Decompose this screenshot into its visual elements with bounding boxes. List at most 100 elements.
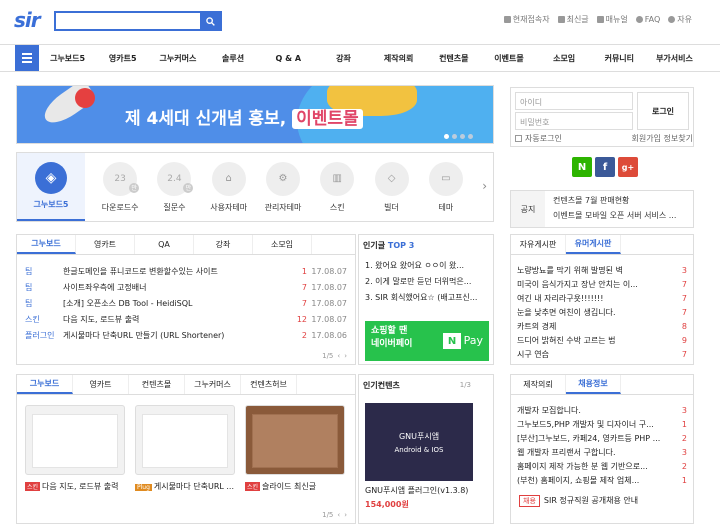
nav-item[interactable]: 소모임: [537, 45, 592, 71]
board-pager: 1/5 ‹ ›: [322, 352, 347, 360]
quick-item[interactable]: ◇ 빌더: [364, 153, 418, 221]
tab-contentsmall[interactable]: 컨텐츠몰: [129, 375, 185, 394]
user-icon: [503, 16, 511, 23]
toplink-latest[interactable]: 최신글: [557, 14, 589, 25]
nav-item[interactable]: 강좌: [316, 45, 371, 71]
find-info-link[interactable]: 정보찾기: [664, 134, 693, 143]
nav-item[interactable]: 커뮤니티: [592, 45, 647, 71]
quick-item[interactable]: ▥ 스킨: [310, 153, 364, 221]
table-row[interactable]: 팁 한글도메인을 퓨니코드로 변환할수있는 사이트 1 17.08.07: [25, 263, 347, 279]
banner-pager: [444, 134, 473, 139]
search-button[interactable]: [200, 13, 220, 29]
list-item[interactable]: 그누보드5,PHP 개발자 및 디자이너 구... 1: [517, 417, 687, 431]
toplink-free[interactable]: 자유: [668, 14, 692, 25]
tab-jobs[interactable]: 채용정보: [566, 375, 621, 394]
list-item[interactable]: 미국이 음식가지고 장난 안치는 이... 7: [517, 277, 687, 291]
chevron-right-icon[interactable]: ›: [344, 511, 347, 519]
nav-item[interactable]: 컨텐츠몰: [426, 45, 481, 71]
list-item[interactable]: 눈을 낮추면 여친이 생깁니다. 7: [517, 305, 687, 319]
facebook-login-icon[interactable]: f: [595, 157, 615, 177]
gallery-caption[interactable]: Plug 게시물마다 단축URL ...: [135, 481, 237, 492]
tab-humor[interactable]: 유머게시판: [566, 235, 621, 254]
list-item[interactable]: [부산]그누보드, 카페24, 영카트등 PHP ... 2: [517, 431, 687, 445]
hamburger-icon: [22, 53, 32, 55]
menu-button[interactable]: [15, 45, 39, 71]
table-row[interactable]: 팁 사이트좌우측에 고정배너 7 17.08.07: [25, 279, 347, 295]
nav-item[interactable]: 제작의뢰: [371, 45, 426, 71]
list-item[interactable]: (부천) 홈페이지, 쇼핑몰 제작 업체... 1: [517, 473, 687, 487]
nav-item[interactable]: 그누커머스: [150, 45, 205, 71]
event-banner[interactable]: 제 4세대 신개념 홍보, 이벤트몰: [16, 85, 494, 144]
join-link[interactable]: 회원가입: [632, 134, 661, 143]
tab-free[interactable]: 자유게시판: [511, 235, 566, 254]
list-item[interactable]: 개발자 모집합니다. 3: [517, 403, 687, 417]
table-row[interactable]: 플러그인 게시물마다 단축URL 만들기 (URL Shortener) 2 17.0…: [25, 327, 347, 343]
notice-item[interactable]: 이벤트몰 모바일 오픈 서버 서비스 ...: [553, 210, 676, 221]
id-field[interactable]: 아이디: [515, 92, 633, 110]
content-image[interactable]: GNU푸시앱 Android & IOS: [365, 403, 473, 481]
naver-login-icon[interactable]: N: [572, 157, 592, 177]
toplink-faq[interactable]: FAQ: [635, 14, 660, 25]
tab-youngcart[interactable]: 영카트: [76, 235, 135, 254]
tab-contentshub[interactable]: 컨텐츠허브: [241, 375, 297, 394]
gallery-caption[interactable]: 스킨 슬라이드 최신글: [245, 481, 347, 492]
list-item[interactable]: 3. SIR 회식했어요☆ (배고프신...: [365, 292, 489, 303]
google-login-icon[interactable]: g+: [618, 157, 638, 177]
quick-item[interactable]: 23 만 다운로드수: [93, 153, 147, 221]
toplink-manual[interactable]: 매뉴얼: [596, 14, 628, 25]
search-input[interactable]: [56, 13, 200, 29]
list-item[interactable]: 웹 개발자 프리랜서 구합니다. 3: [517, 445, 687, 459]
quick-item-gnuboard[interactable]: ◈ 그누보드5: [17, 153, 85, 221]
list-item[interactable]: 드디어 밝혀진 수박 고르는 법9: [517, 333, 687, 347]
table-row[interactable]: 스킨 다음 지도, 로드뷰 출력 12 17.08.07: [25, 311, 347, 327]
quick-item[interactable]: ⚙ 관리자테마: [256, 153, 310, 221]
list-item[interactable]: 여긴 내 자리라구욧!!!!!!! 7: [517, 291, 687, 305]
quick-item[interactable]: ▭ 테마: [419, 153, 473, 221]
naverpay-banner[interactable]: 쇼핑할 땐 네이버페이 N Pay: [365, 321, 489, 361]
tab-group[interactable]: 소모임: [253, 235, 312, 254]
quick-icons: ◈ 그누보드5 23 만 다운로드수 2.4 만 질문수 ⌂ 사용자테마 ⚙ 관리자테마 ▥…: [16, 152, 494, 222]
tab-gnucommerce[interactable]: 그누커머스: [185, 375, 241, 394]
nav-item[interactable]: 그누보드5: [40, 45, 95, 71]
board-latest: 그누보드 영카트 QA 강좌 소모임 팁 한글도메인을 퓨니코드로 변환할수있는 …: [16, 234, 356, 365]
content-price: 154,000원: [365, 500, 409, 509]
quick-item[interactable]: 2.4 만 질문수: [147, 153, 201, 221]
login-button[interactable]: 로그인: [637, 92, 689, 130]
chevron-left-icon[interactable]: ‹: [337, 511, 340, 519]
book-icon: [596, 16, 604, 23]
tab-qa[interactable]: QA: [135, 235, 194, 254]
site-logo[interactable]: sir: [14, 8, 50, 32]
nav-item[interactable]: 솔루션: [206, 45, 261, 71]
list-item[interactable]: 노량방뇨를 막기 위해 발명된 벽3: [517, 263, 687, 277]
toplink-online[interactable]: 현재접속자: [503, 14, 550, 25]
nav-item[interactable]: 부가서비스: [647, 45, 702, 71]
content-title[interactable]: GNU푸시앱 플러그인(v1.3.8): [365, 485, 468, 496]
autologin-checkbox[interactable]: 자동로그인: [515, 134, 562, 143]
nav-item[interactable]: 이벤트몰: [481, 45, 536, 71]
gallery-thumb[interactable]: [245, 405, 345, 475]
gallery-thumb[interactable]: [135, 405, 235, 475]
list-item[interactable]: 카트의 경제 8: [517, 319, 687, 333]
table-row[interactable]: 팁 [소개] 오픈소스 DB Tool - HeidiSQL 7 17.08.07: [25, 295, 347, 311]
notice-item[interactable]: 컨텐츠몰 7월 판매현황: [553, 195, 629, 206]
chevron-right-icon[interactable]: ›: [344, 352, 347, 360]
tab-request[interactable]: 제작의뢰: [511, 375, 566, 394]
chevron-right-icon[interactable]: ›: [482, 179, 487, 193]
jobs-notice[interactable]: 채용 SIR 정규직원 공개채용 안내: [519, 495, 638, 507]
nav-item[interactable]: 영카트5: [95, 45, 150, 71]
tab-youngcart[interactable]: 영카트: [73, 375, 129, 394]
nav-item[interactable]: Q & A: [261, 45, 316, 71]
tab-lecture[interactable]: 강좌: [194, 235, 253, 254]
tab-gnuboard[interactable]: 그누보드: [17, 235, 76, 254]
list-item[interactable]: 홈페이지 제작 가능한 분 웹 기반으로... 2: [517, 459, 687, 473]
quick-item[interactable]: ⌂ 사용자테마: [202, 153, 256, 221]
list-item[interactable]: 1. 왔어요 왔어요 ㅇㅇ이 왔...: [365, 260, 489, 271]
gallery-thumb[interactable]: [25, 405, 125, 475]
chevron-left-icon[interactable]: ‹: [337, 352, 340, 360]
password-field[interactable]: 비밀번호: [515, 112, 633, 130]
list-item[interactable]: 시구 연습 7: [517, 347, 687, 361]
list-item[interactable]: 2. 이게 말로만 듣던 더위먹은...: [365, 276, 489, 287]
chat-icon: [668, 16, 676, 23]
gallery-caption[interactable]: 스킨 다음 지도, 로드뷰 출력: [25, 481, 127, 492]
tab-gnuboard[interactable]: 그누보드: [17, 375, 73, 394]
